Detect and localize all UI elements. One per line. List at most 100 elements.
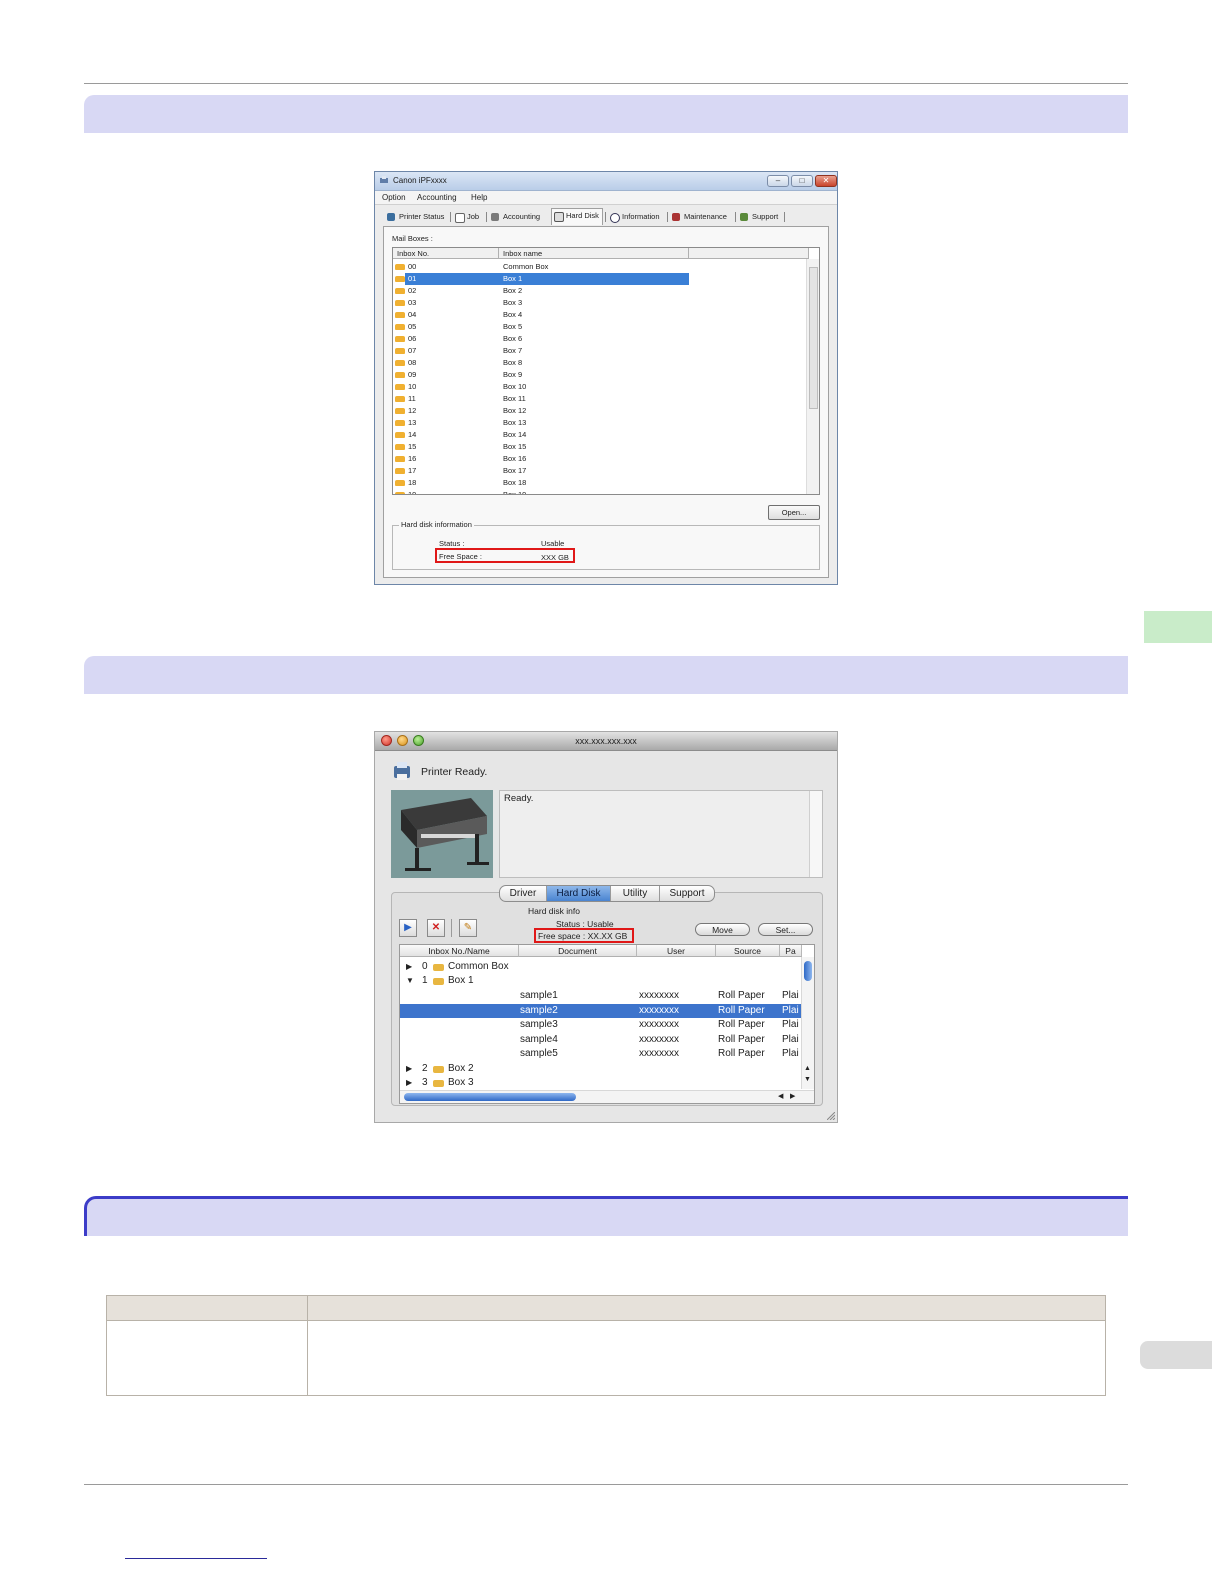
tab-information[interactable]: Information (608, 210, 660, 224)
list-item[interactable]: 03 Box 3 (393, 297, 803, 309)
minimize-button[interactable]: – (767, 175, 789, 187)
tab-printer-status[interactable]: Printer Status (385, 210, 444, 224)
scroll-up-arrow-icon[interactable]: ▲ (804, 1065, 811, 1072)
message-scrollbar[interactable] (809, 791, 822, 877)
column-paper[interactable]: Pa (780, 945, 802, 957)
horizontal-scrollbar[interactable]: ◀ ▶ (400, 1090, 814, 1103)
tab-hard-disk[interactable]: Hard Disk (551, 208, 603, 225)
list-item[interactable]: 00 Common Box (393, 261, 803, 273)
list-item[interactable]: 19 Box 19 (393, 489, 803, 494)
list-item[interactable]: 10 Box 10 (393, 381, 803, 393)
move-button[interactable]: Move (695, 923, 750, 936)
hard-disk-info-group: Hard disk information Status : Usable Fr… (392, 520, 820, 570)
list-item[interactable]: 16 Box 16 (393, 453, 803, 465)
list-item[interactable]: 02 Box 2 (393, 285, 803, 297)
tab-label: Printer Status (399, 212, 445, 221)
close-button[interactable]: ✕ (815, 175, 837, 187)
scroll-thumb[interactable] (804, 961, 812, 981)
column-inbox-name[interactable]: Inbox name (499, 248, 689, 259)
cell-doc: sample3 (520, 1019, 558, 1031)
collapsed-triangle-icon[interactable]: ▶ (406, 960, 412, 974)
tab-maintenance[interactable]: Maintenance (670, 210, 727, 224)
list-item[interactable]: 18 Box 18 (393, 477, 803, 489)
free-space-highlight (534, 928, 634, 943)
tree-row-box-2[interactable]: ▶ 2 Box 2 (400, 1062, 802, 1076)
inbox-table[interactable]: Inbox No./Name Document User Source Pa ▶… (399, 944, 815, 1104)
menu-option[interactable]: Option (382, 193, 406, 202)
window-titlebar: Canon iPFxxxx – □ ✕ (375, 172, 837, 191)
play-button[interactable]: ▶ (399, 919, 417, 937)
list-item[interactable]: 06 Box 6 (393, 333, 803, 345)
tab-accounting[interactable]: Accounting (489, 210, 540, 224)
column-document[interactable]: Document (519, 945, 637, 957)
vertical-scrollbar[interactable]: ▲ ▼ (801, 957, 814, 1089)
list-item[interactable]: 05 Box 5 (393, 321, 803, 333)
tab-utility[interactable]: Utility (611, 886, 659, 901)
support-icon (740, 213, 748, 221)
list-item[interactable]: 07 Box 7 (393, 345, 803, 357)
mailbox-list[interactable]: Inbox No. Inbox name 00 Common Box 01 Box 1… (392, 247, 820, 495)
scroll-down-arrow-icon[interactable]: ▼ (804, 1076, 811, 1083)
list-item[interactable]: 13 Box 13 (393, 417, 803, 429)
expanded-triangle-icon[interactable]: ▼ (406, 974, 414, 988)
list-item[interactable]: 14 Box 14 (393, 429, 803, 441)
list-item[interactable]: 12 Box 12 (393, 405, 803, 417)
tab-driver[interactable]: Driver (500, 886, 546, 901)
top-rule (84, 83, 1128, 84)
hscroll-thumb[interactable] (404, 1093, 576, 1101)
collapsed-triangle-icon[interactable]: ▶ (406, 1062, 412, 1076)
menu-help[interactable]: Help (471, 193, 487, 202)
inbox-number: 14 (408, 430, 417, 439)
table-row[interactable]: sample1 xxxxxxxx Roll Paper Plai (400, 989, 802, 1003)
list-item[interactable]: 01 Box 1 (393, 273, 803, 285)
list-item[interactable]: 08 Box 8 (393, 357, 803, 369)
scroll-thumb[interactable] (809, 267, 818, 409)
open-button[interactable]: Open... (768, 505, 820, 520)
scroll-right-arrow-icon[interactable]: ▶ (790, 1092, 795, 1100)
folder-icon (433, 978, 444, 985)
list-item[interactable]: 17 Box 17 (393, 465, 803, 477)
vertical-scrollbar[interactable] (806, 259, 819, 494)
column-user[interactable]: User (637, 945, 716, 957)
inbox-number: 15 (408, 442, 417, 451)
tree-row-box-0[interactable]: ▶ 0 Common Box (400, 960, 802, 974)
list-item[interactable]: 09 Box 9 (393, 369, 803, 381)
information-icon (610, 213, 620, 223)
collapsed-triangle-icon[interactable]: ▶ (406, 1076, 412, 1090)
tool-button[interactable]: ✎ (459, 919, 477, 937)
window-title: Canon iPFxxxx (393, 176, 447, 185)
tree-row-box-3[interactable]: ▶ 3 Box 3 (400, 1076, 802, 1090)
table-row[interactable]: sample5 xxxxxxxx Roll Paper Plai (400, 1047, 802, 1061)
list-item[interactable]: 11 Box 11 (393, 393, 803, 405)
list-item[interactable]: 04 Box 4 (393, 309, 803, 321)
delete-button[interactable]: ✕ (427, 919, 445, 937)
menu-accounting[interactable]: Accounting (417, 193, 457, 202)
resize-grip-icon[interactable] (827, 1112, 835, 1120)
mailbox-folder-icon (395, 432, 405, 438)
mailbox-folder-icon (395, 300, 405, 306)
tab-divider (667, 212, 668, 222)
column-inbox-no[interactable]: Inbox No. (393, 248, 499, 259)
tree-row-box-1[interactable]: ▼ 1 Box 1 (400, 974, 802, 988)
cell-pa: Plai (782, 990, 799, 1001)
cell-pa: Plai (782, 1033, 799, 1045)
maintenance-icon (672, 213, 680, 221)
column-empty[interactable] (689, 248, 809, 259)
list-item[interactable]: 15 Box 15 (393, 441, 803, 453)
mailbox-folder-icon (395, 348, 405, 354)
column-source[interactable]: Source (716, 945, 780, 957)
tab-hard-disk[interactable]: Hard Disk (547, 886, 610, 901)
scroll-left-arrow-icon[interactable]: ◀ (778, 1092, 783, 1100)
table-row[interactable]: sample4 xxxxxxxx Roll Paper Plai (400, 1033, 802, 1047)
set-button[interactable]: Set... (758, 923, 813, 936)
tab-job[interactable]: Job (453, 210, 479, 224)
maximize-button[interactable]: □ (791, 175, 813, 187)
column-inbox-no-name[interactable]: Inbox No./Name (400, 945, 519, 957)
table-header (107, 1296, 1105, 1321)
table-row[interactable]: sample2 xxxxxxxx Roll Paper Plai (400, 1003, 802, 1018)
footer-link-underline[interactable] (125, 1558, 267, 1559)
inbox-number: 00 (408, 262, 417, 271)
tab-support[interactable]: Support (738, 210, 778, 224)
table-row[interactable]: sample3 xxxxxxxx Roll Paper Plai (400, 1018, 802, 1032)
tab-support[interactable]: Support (660, 886, 714, 901)
